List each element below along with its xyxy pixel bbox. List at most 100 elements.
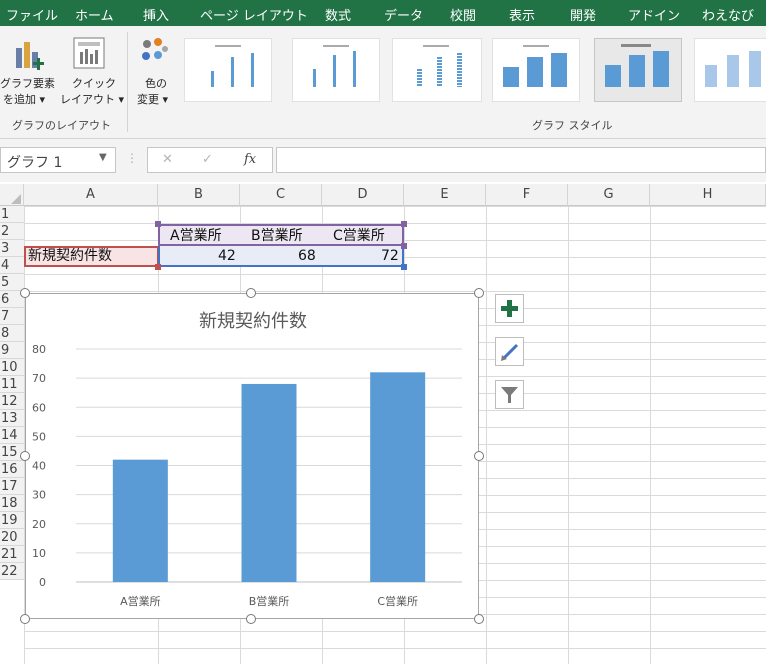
x-tick-label: A営業所 [120, 594, 161, 608]
chart-style-4[interactable] [492, 38, 580, 102]
enter-icon[interactable]: ✓ [202, 152, 213, 167]
tab-waenavi[interactable]: わえなび [702, 5, 754, 24]
row-header-16[interactable]: 16 [0, 461, 24, 478]
triangle-icon [11, 194, 21, 204]
row-header-18[interactable]: 18 [0, 495, 24, 512]
palette-icon [142, 38, 168, 60]
y-tick-label: 20 [32, 518, 46, 531]
add-chart-element-button[interactable]: グラフ要素 を追加 ▾ [0, 34, 60, 114]
chart-style-3[interactable] [392, 38, 482, 102]
cell-a3[interactable]: 新規契約件数 [28, 248, 112, 265]
row-header-4[interactable]: 4 [0, 257, 24, 274]
row-header-22[interactable]: 22 [0, 563, 24, 580]
formula-input[interactable] [276, 147, 766, 173]
column-header-e[interactable]: E [404, 184, 486, 206]
row-header-19[interactable]: 19 [0, 512, 24, 529]
change-colors-button[interactable]: 色の 変更 ▾ [132, 34, 180, 114]
row-header-1[interactable]: 1 [0, 206, 24, 223]
range-corner[interactable] [401, 264, 407, 270]
range-corner[interactable] [401, 243, 407, 249]
name-box[interactable]: グラフ 1 ▼ [0, 147, 116, 173]
chart-elements-button[interactable] [495, 294, 524, 323]
cancel-icon[interactable]: ✕ [162, 152, 173, 167]
chart-object[interactable]: 新規契約件数 0 10 20 30 40 50 60 70 80 A営業所 B営業所 C営業所 [25, 293, 479, 619]
chart-style-2[interactable] [292, 38, 380, 102]
chart-style-5[interactable] [594, 38, 682, 102]
cell-c2[interactable]: B営業所 [251, 228, 303, 245]
bar[interactable] [112, 459, 168, 582]
plus-icon [501, 300, 518, 317]
ribbon-tab-bar: ファイル ホーム 挿入 ページ レイアウト 数式 データ 校閲 表示 開発 アド… [0, 0, 766, 26]
row-header-7[interactable]: 7 [0, 308, 24, 325]
row-header-8[interactable]: 8 [0, 325, 24, 342]
cell-d2[interactable]: C営業所 [333, 228, 385, 245]
tab-developer[interactable]: 開発 [570, 5, 596, 24]
quick-layout-label-1: クイック [72, 77, 116, 90]
row-header-12[interactable]: 12 [0, 393, 24, 410]
resize-handle-top-left[interactable] [20, 288, 30, 298]
column-header-h[interactable]: H [650, 184, 766, 206]
tab-home[interactable]: ホーム [75, 5, 114, 24]
resize-handle-left[interactable] [20, 451, 30, 461]
tab-addins[interactable]: アドイン [628, 5, 680, 24]
row-header-21[interactable]: 21 [0, 546, 24, 563]
row-header-13[interactable]: 13 [0, 410, 24, 427]
row-header-5[interactable]: 5 [0, 274, 24, 291]
cell-b3[interactable]: 42 [218, 248, 236, 265]
tab-data[interactable]: データ [384, 5, 423, 24]
row-header-17[interactable]: 17 [0, 478, 24, 495]
resize-handle-bottom[interactable] [246, 614, 256, 624]
quick-layout-label-2: レイアウト ▾ [60, 93, 125, 106]
bar[interactable] [241, 383, 297, 582]
y-tick-label: 0 [39, 576, 46, 589]
bar-chart[interactable]: 新規契約件数 0 10 20 30 40 50 60 70 80 A営業所 B営業所 C営業所 [26, 294, 478, 618]
tab-formulas[interactable]: 数式 [325, 5, 351, 24]
cell-d3[interactable]: 72 [381, 248, 399, 265]
chevron-down-icon[interactable]: ▼ [99, 152, 107, 163]
column-header-d[interactable]: D [322, 184, 404, 206]
y-tick-label: 60 [32, 401, 46, 414]
column-header-f[interactable]: F [486, 184, 568, 206]
resize-handle-bottom-left[interactable] [20, 614, 30, 624]
chart-filters-button[interactable] [495, 380, 524, 409]
chart-title[interactable]: 新規契約件数 [199, 311, 307, 332]
column-header-g[interactable]: G [568, 184, 650, 206]
resize-handle-bottom-right[interactable] [474, 614, 484, 624]
change-colors-label-2: 変更 ▾ [137, 93, 169, 106]
chart-style-1[interactable] [184, 38, 272, 102]
resize-handle-right[interactable] [474, 451, 484, 461]
row-header-20[interactable]: 20 [0, 529, 24, 546]
group-label-chart-layout: グラフのレイアウト [12, 119, 111, 132]
row-header-14[interactable]: 14 [0, 427, 24, 444]
range-corner[interactable] [155, 221, 161, 227]
row-header-2[interactable]: 2 [0, 223, 24, 240]
y-tick-label: 70 [32, 372, 46, 385]
column-header-c[interactable]: C [240, 184, 322, 206]
y-tick-label: 50 [32, 430, 46, 443]
chart-styles-button[interactable] [495, 337, 524, 366]
tab-file[interactable]: ファイル [6, 5, 58, 24]
tab-page-layout[interactable]: ページ レイアウト [200, 5, 308, 24]
select-all-corner[interactable] [0, 184, 24, 206]
chart-style-6[interactable] [694, 38, 766, 102]
fx-icon[interactable]: fx [244, 152, 256, 167]
range-corner[interactable] [155, 264, 161, 270]
bar[interactable] [370, 372, 426, 582]
quick-layout-button[interactable]: クイック レイアウト ▾ [60, 34, 125, 114]
row-header-11[interactable]: 11 [0, 376, 24, 393]
resize-handle-top[interactable] [246, 288, 256, 298]
row-header-10[interactable]: 10 [0, 359, 24, 376]
range-highlight-values [158, 246, 404, 267]
tab-review[interactable]: 校閲 [450, 5, 476, 24]
column-header-a[interactable]: A [24, 184, 158, 206]
row-header-9[interactable]: 9 [0, 342, 24, 359]
tab-view[interactable]: 表示 [509, 5, 535, 24]
resize-handle-top-right[interactable] [474, 288, 484, 298]
formula-buttons: ✕ ✓ fx [147, 147, 273, 173]
column-header-b[interactable]: B [158, 184, 240, 206]
range-corner[interactable] [401, 221, 407, 227]
cell-b2[interactable]: A営業所 [170, 228, 222, 245]
tab-insert[interactable]: 挿入 [143, 5, 169, 24]
cell-c3[interactable]: 68 [298, 248, 316, 265]
row-header-3[interactable]: 3 [0, 240, 24, 257]
